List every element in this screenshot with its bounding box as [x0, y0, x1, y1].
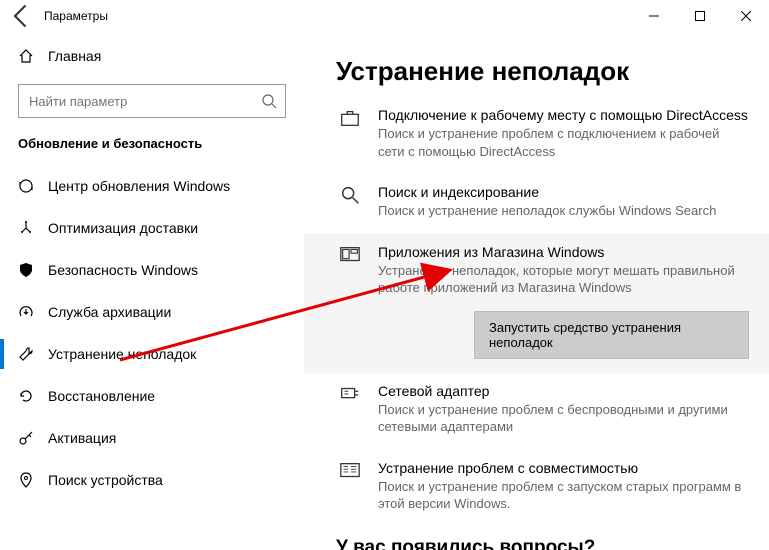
shield-icon [18, 262, 34, 278]
sidebar-item-label: Центр обновления Windows [48, 178, 230, 194]
item-title: Устранение проблем с совместимостью [378, 460, 749, 476]
sidebar-item-label: Восстановление [48, 388, 155, 404]
item-title: Подключение к рабочему месту с помощью D… [378, 107, 749, 123]
section-title: Обновление и безопасность [0, 132, 304, 165]
search-input[interactable] [29, 94, 261, 109]
sidebar-item-activation[interactable]: Активация [0, 417, 304, 459]
page-title: Устранение неполадок [336, 56, 749, 87]
troubleshoot-item-search-indexing[interactable]: Поиск и индексирование Поиск и устранени… [336, 174, 749, 234]
recovery-icon [18, 388, 34, 404]
back-button[interactable] [8, 2, 36, 30]
backup-icon [18, 304, 34, 320]
sidebar-item-troubleshoot[interactable]: Устранение неполадок [0, 333, 304, 375]
item-title: Приложения из Магазина Windows [378, 244, 749, 260]
sidebar-item-label: Поиск устройства [48, 472, 163, 488]
item-desc: Поиск и устранение проблем с беспроводны… [378, 401, 749, 436]
search-input-wrapper[interactable] [18, 84, 286, 118]
close-button[interactable] [723, 0, 769, 32]
sidebar-item-recovery[interactable]: Восстановление [0, 375, 304, 417]
location-icon [18, 472, 34, 488]
compatibility-icon [336, 460, 364, 488]
sidebar-item-delivery-optimization[interactable]: Оптимизация доставки [0, 207, 304, 249]
item-title: Сетевой адаптер [378, 383, 749, 399]
home-link[interactable]: Главная [0, 36, 304, 76]
search-icon [261, 93, 277, 109]
window-title: Параметры [44, 9, 108, 23]
item-desc: Поиск и устранение проблем с запуском ст… [378, 478, 749, 513]
minimize-button[interactable] [631, 0, 677, 32]
sidebar: Главная Обновление и безопасность Центр … [0, 32, 304, 550]
run-troubleshooter-button[interactable]: Запустить средство устранения неполадок [474, 311, 749, 359]
sidebar-item-backup[interactable]: Служба архивации [0, 291, 304, 333]
item-desc: Устранение неполадок, которые могут меша… [378, 262, 749, 297]
titlebar: Параметры [0, 0, 769, 32]
sidebar-item-label: Устранение неполадок [48, 346, 196, 362]
briefcase-icon [336, 107, 364, 135]
sidebar-item-windows-security[interactable]: Безопасность Windows [0, 249, 304, 291]
key-icon [18, 430, 34, 446]
sidebar-item-label: Безопасность Windows [48, 262, 198, 278]
sidebar-item-find-device[interactable]: Поиск устройства [0, 459, 304, 501]
network-adapter-icon [336, 383, 364, 411]
troubleshoot-item-directaccess[interactable]: Подключение к рабочему месту с помощью D… [336, 97, 749, 174]
sidebar-item-label: Служба архивации [48, 304, 171, 320]
item-title: Поиск и индексирование [378, 184, 716, 200]
content-area: Устранение неполадок Подключение к рабоч… [304, 32, 769, 550]
search-icon [336, 184, 364, 212]
sync-icon [18, 178, 34, 194]
maximize-button[interactable] [677, 0, 723, 32]
apps-icon [336, 244, 364, 272]
troubleshoot-item-store-apps[interactable]: Приложения из Магазина Windows Устранени… [304, 234, 769, 373]
wrench-icon [18, 346, 34, 362]
sidebar-item-label: Оптимизация доставки [48, 220, 198, 236]
troubleshoot-item-network-adapter[interactable]: Сетевой адаптер Поиск и устранение пробл… [336, 373, 749, 450]
home-icon [18, 48, 34, 64]
item-desc: Поиск и устранение неполадок службы Wind… [378, 202, 716, 220]
delivery-icon [18, 220, 34, 236]
questions-heading: У вас появились вопросы? [336, 537, 749, 550]
home-label: Главная [48, 48, 101, 64]
sidebar-item-label: Активация [48, 430, 116, 446]
troubleshoot-item-compatibility[interactable]: Устранение проблем с совместимостью Поис… [336, 450, 749, 527]
item-desc: Поиск и устранение проблем с подключение… [378, 125, 749, 160]
sidebar-item-windows-update[interactable]: Центр обновления Windows [0, 165, 304, 207]
